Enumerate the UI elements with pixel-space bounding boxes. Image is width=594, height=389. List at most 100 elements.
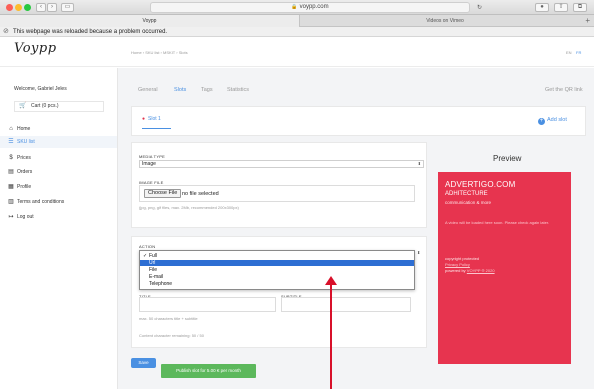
sidebar-item-logout[interactable]: ↦ Log out (0, 211, 117, 223)
warning-icon: ⊘ (3, 28, 9, 35)
preview-subtitle: ADHITECTURE (445, 191, 488, 197)
action-option-url[interactable]: Url (140, 260, 414, 266)
image-file-field: Choose File no file selected (139, 185, 415, 202)
slot-status-dot: ● (142, 116, 146, 122)
cart-button[interactable]: 🛒 Cart (0 pcs.) (14, 101, 104, 112)
powered-prefix: powered by (445, 268, 467, 273)
back-button[interactable]: ‹ (36, 3, 46, 12)
image-file-hint: (jpg, png, gif files, max. 2Mb, recommen… (139, 205, 239, 210)
cart-label: Cart (0 pcs.) (31, 103, 59, 109)
preview-copyright: copyright protected (445, 256, 480, 261)
sidebar-item-label: Terms and conditions (17, 199, 65, 205)
sidebar-item-prices[interactable]: $ Prices (0, 152, 117, 164)
preview-brand: ADVERTIGO.COM (445, 180, 516, 189)
sidebar-item-sku-list[interactable]: ☰ SKU list (0, 136, 117, 148)
action-option-full[interactable]: ✓ Full (140, 253, 414, 259)
action-label: ACTION (139, 244, 156, 249)
minimize-window-button[interactable] (15, 4, 22, 11)
dollar-icon: $ (9, 155, 13, 161)
slot-tab-underline (142, 128, 171, 129)
powered-link[interactable]: VOYPP ® 2020 (467, 268, 495, 273)
media-type-value: Image (142, 161, 156, 167)
tab-tags[interactable]: Tags (201, 87, 213, 93)
lang-fr-link[interactable]: FR (576, 50, 581, 55)
remaining-characters: Content character remaining: 50 / 50 (139, 333, 204, 338)
reload-notice-bar: ⊘ This webpage was reloaded because a pr… (0, 27, 594, 37)
reload-notice-text: This webpage was reloaded because a prob… (13, 29, 168, 35)
home-icon: ⌂ (9, 126, 13, 132)
sidebar-item-terms[interactable]: ▥ Terms and conditions (0, 196, 117, 208)
title-input[interactable] (139, 297, 276, 312)
tab-vimeo[interactable]: Videos on Vimeo (300, 15, 590, 27)
publish-slot-button[interactable]: Publish slot for 5.00 € per month (161, 364, 256, 378)
close-window-button[interactable] (6, 4, 13, 11)
media-type-select[interactable]: Image ⬍ (139, 160, 424, 168)
action-option-label: Url (149, 260, 156, 266)
reload-icon[interactable]: ↻ (477, 4, 482, 13)
sidebar-item-label: Prices (17, 155, 31, 161)
welcome-text: Welcome, Gabriel Jeles (14, 86, 67, 92)
media-type-label: MEDIA TYPE (139, 154, 165, 159)
sidebar-item-profile[interactable]: ▦ Profile (0, 181, 117, 193)
choose-file-button[interactable]: Choose File (144, 189, 182, 198)
preview-heading: Preview (493, 154, 522, 163)
tab-slots[interactable]: Slots (174, 87, 186, 93)
tab-voypp[interactable]: Voypp (0, 15, 300, 27)
lang-en-link[interactable]: EN (566, 50, 572, 55)
book-icon: ▥ (8, 199, 14, 205)
slot-tab-label: Slot 1 (148, 116, 161, 122)
logo[interactable]: Voypp (14, 41, 57, 56)
cart-icon: 🛒 (19, 103, 27, 109)
sidebar-item-label: Log out (17, 214, 34, 220)
action-option-telephone[interactable]: Telephone (140, 281, 414, 287)
sidebar-item-label: Home (17, 126, 31, 132)
qr-link[interactable]: Get the QR link (545, 87, 583, 93)
check-icon: ✓ (143, 253, 148, 259)
action-option-label: File (149, 267, 158, 273)
action-option-email[interactable]: E-mail (140, 274, 414, 280)
id-card-icon: ▦ (8, 184, 14, 190)
preview-privacy-link[interactable]: Privacy Policy (445, 262, 470, 267)
extension-icon[interactable]: ● (535, 3, 549, 12)
add-slot-label: Add slot (547, 117, 567, 123)
action-option-label: Full (149, 253, 158, 259)
logout-icon: ↦ (8, 214, 14, 220)
tab-statistics[interactable]: Statistics (227, 87, 249, 93)
sidebar-toggle-icon[interactable]: ▭ (61, 3, 74, 12)
tabs-overview-icon[interactable]: ⧉ (573, 3, 587, 12)
sidebar-item-label: SKU list (17, 139, 35, 145)
select-arrows-icon: ⬍ (417, 161, 421, 166)
slot-tab[interactable]: ● Slot 1 (142, 116, 161, 122)
action-option-label: E-mail (149, 274, 164, 280)
sidebar-item-label: Profile (17, 184, 32, 190)
sidebar-item-label: Orders (17, 169, 33, 175)
breadcrumb[interactable]: Home › SKU list › MSKIT › Slots (131, 50, 188, 55)
action-option-label: Telephone (149, 281, 173, 287)
lock-icon: 🔒 (291, 4, 298, 10)
preview-video-note: A video will be loaded here soon. Please… (445, 220, 550, 225)
max-characters-note: max. 50 characters title + subtitle (139, 316, 198, 321)
subtitle-input[interactable] (281, 297, 411, 312)
zoom-window-button[interactable] (24, 4, 31, 11)
preview-tagline: communication & more (445, 200, 492, 205)
forward-button[interactable]: › (47, 3, 57, 12)
sidebar-item-home[interactable]: ⌂ Home (0, 123, 117, 135)
action-option-file[interactable]: File (140, 267, 414, 273)
add-slot-button[interactable]: + Add slot (538, 117, 567, 125)
sidebar-item-orders[interactable]: ▤ Orders (0, 166, 117, 178)
preview-powered-by: powered by VOYPP ® 2020 (445, 268, 495, 273)
new-tab-button[interactable]: + (585, 15, 590, 26)
tab-general[interactable]: General (138, 87, 158, 93)
action-dropdown[interactable]: ✓ Full Url File E-mail Telephone (139, 250, 415, 290)
preview-card: ADVERTIGO.COM ADHITECTURE communication … (438, 172, 571, 364)
tab-bar: Voypp Videos on Vimeo + (0, 15, 594, 27)
action-select-arrows-icon[interactable]: ⬍ (417, 250, 420, 255)
site-header: Voypp Home › SKU list › MSKIT › Slots EN… (0, 37, 594, 67)
document-icon: ▤ (8, 169, 14, 175)
save-button[interactable]: Save (131, 358, 156, 368)
address-bar[interactable]: 🔒 voypp.com ↻ (150, 2, 482, 13)
slot-bar: ● Slot 1 + Add slot (131, 106, 586, 136)
list-icon: ☰ (8, 139, 14, 145)
browser-titlebar: ‹ › ▭ 🔒 voypp.com ↻ ● ⇧ ⧉ (0, 0, 594, 15)
share-icon[interactable]: ⇧ (554, 3, 568, 12)
